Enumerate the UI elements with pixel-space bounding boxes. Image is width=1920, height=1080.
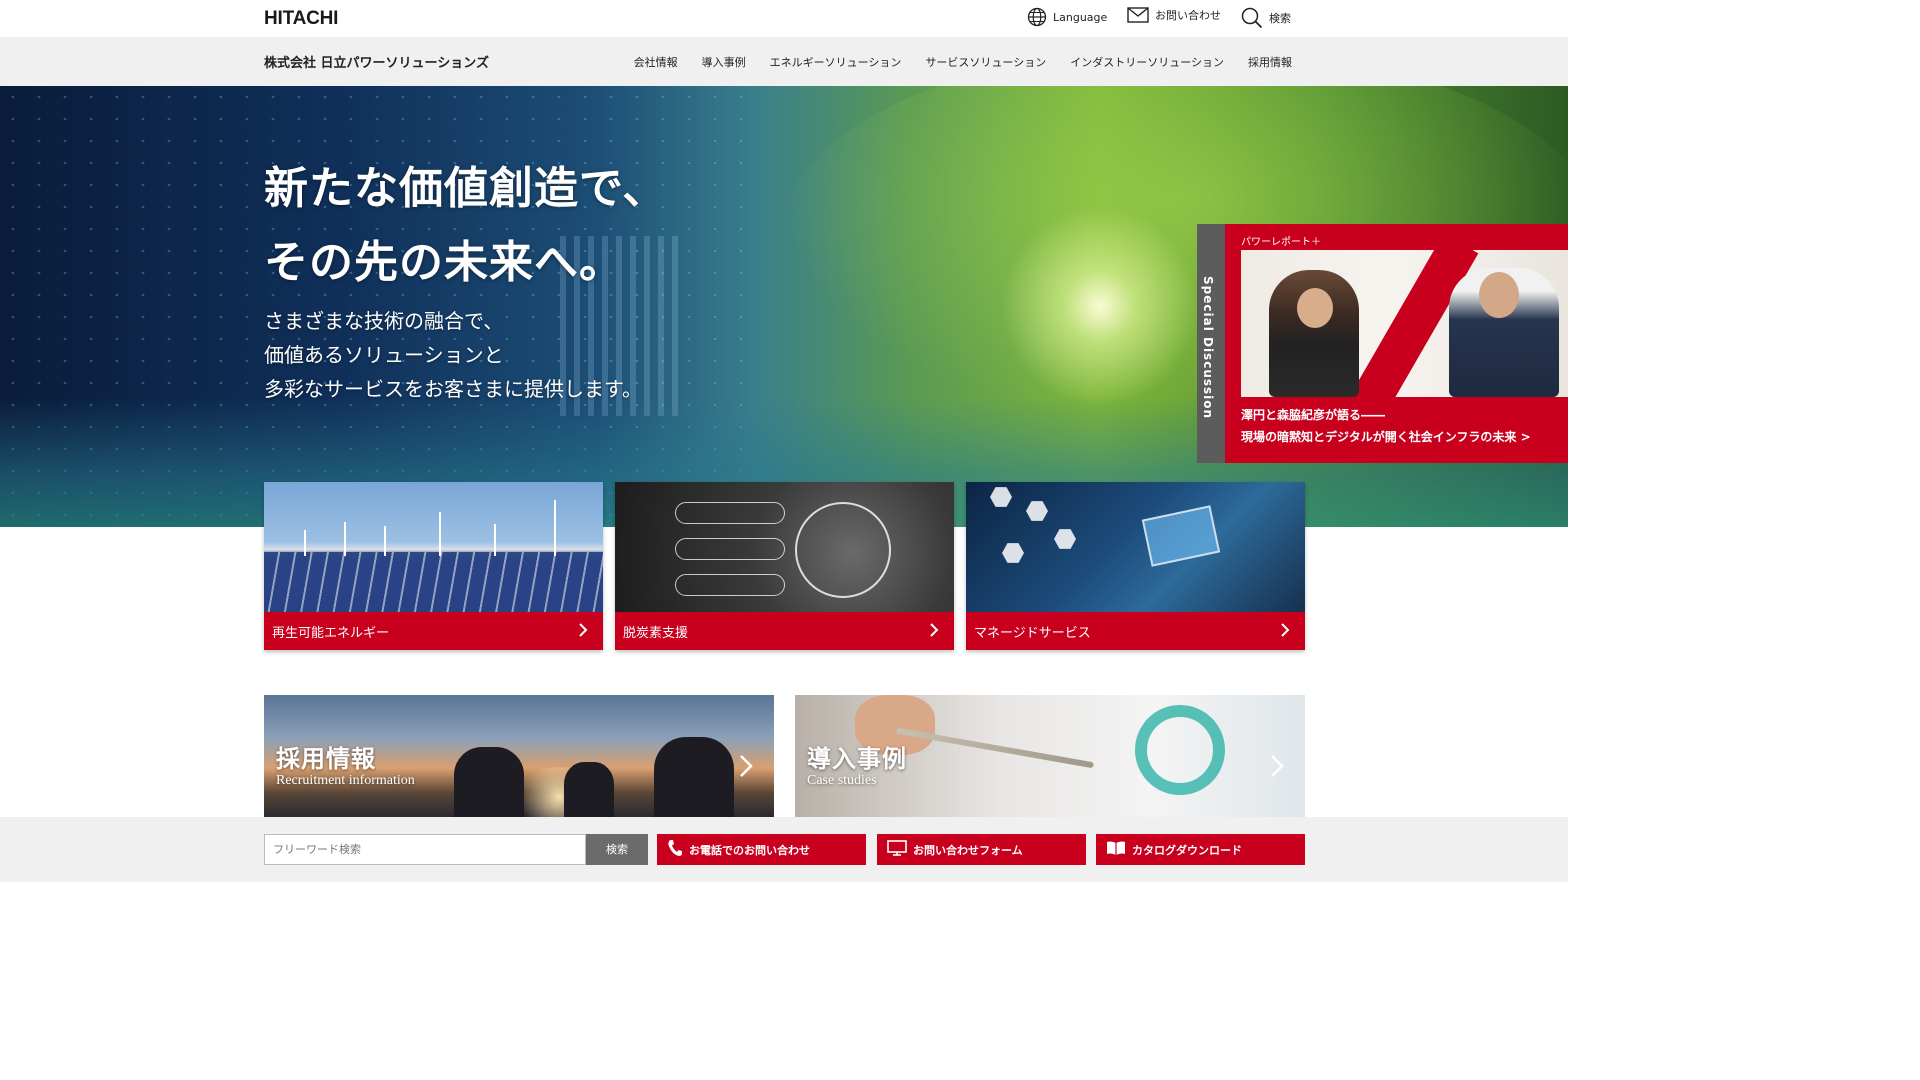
renewable-energy-label: 再生可能エネルギー (272, 626, 390, 641)
wind-turbine (304, 530, 306, 556)
managed-services-card[interactable]: マネージドサービス (966, 482, 1305, 650)
hexagon-icon (1054, 529, 1076, 549)
hero-sub-line1: さまざまな技術の融合で、 (264, 309, 504, 333)
speaker-left-figure (1269, 270, 1359, 397)
hero-sub-line2: 価値あるソリューションと (264, 343, 504, 367)
recruitment-link-card[interactable]: 採用情報 Recruitment information (264, 695, 774, 817)
renewable-energy-bar: 再生可能エネルギー (264, 612, 603, 650)
recruitment-title: 採用情報 (276, 745, 376, 773)
freeword-search-input[interactable] (264, 834, 586, 865)
case-studies-link-card[interactable]: 導入事例 Case studies (795, 695, 1305, 817)
solar-panels (264, 552, 603, 612)
phone-inquiry-button[interactable]: お電話でのお問い合わせ (657, 834, 866, 865)
donut-chart-image (1135, 705, 1225, 795)
recruitment-subtitle: Recruitment information (276, 773, 415, 788)
discussion-caption-line2: 現場の暗黙知とデジタルが開く社会インフラの未来 > (1241, 430, 1531, 444)
wind-turbine (494, 524, 496, 556)
special-discussion-panel[interactable]: Special Discussion パワーレポート＋ 澤円と森脇紀彦が語る――… (1197, 224, 1568, 463)
nav-item-recruitment[interactable]: 採用情報 (1248, 54, 1292, 70)
inquiry-form-button[interactable]: お問い合わせフォーム (877, 834, 1086, 865)
hero-sub-line3: 多彩なサービスをお客さまに提供します。 (264, 377, 642, 401)
nav-item-industry-solutions[interactable]: インダストリーソリューション (1070, 54, 1224, 70)
contact-label: お問い合わせ (1155, 9, 1221, 22)
nav-item-energy-solutions[interactable]: エネルギーソリューション (770, 54, 902, 70)
infographic-pill (675, 574, 785, 596)
hexagon-icon (1002, 543, 1024, 563)
infographic-ring (795, 502, 891, 598)
wind-turbine (344, 522, 346, 556)
hexagon-icon (990, 487, 1012, 507)
renewable-energy-image (264, 482, 603, 612)
chevron-right-icon (577, 620, 589, 644)
person-silhouette (654, 737, 734, 817)
pen-image (895, 727, 1095, 769)
main-navbar: 株式会社 日立パワーソリューションズ 会社情報 導入事例 エネルギーソリューショ… (0, 37, 1568, 86)
hero-title-line1: 新たな価値創造で、 (264, 163, 668, 214)
managed-services-bar: マネージドサービス (966, 612, 1305, 650)
renewable-energy-card[interactable]: 再生可能エネルギー (264, 482, 603, 650)
decarbonization-bar: 脱炭素支援 (615, 612, 954, 650)
decarbonization-image (615, 482, 954, 612)
phone-inquiry-label: お電話でのお問い合わせ (689, 843, 810, 857)
person-silhouette (454, 747, 524, 817)
wind-turbine (439, 512, 441, 556)
hitachi-logo[interactable]: HITACHI (264, 8, 338, 30)
wind-turbine (384, 526, 386, 556)
language-link[interactable]: Language (1027, 7, 1107, 27)
hero-title-line2: その先の未来へ。 (264, 237, 624, 288)
search-label: 検索 (1269, 12, 1291, 25)
managed-services-label: マネージドサービス (974, 626, 1091, 641)
global-nav: 会社情報 導入事例 エネルギーソリューション サービスソリューション インダスト… (634, 54, 1292, 70)
case-studies-title: 導入事例 (807, 745, 907, 773)
chevron-right-icon (738, 753, 754, 783)
power-report-label: パワーレポート＋ (1241, 237, 1321, 248)
language-label: Language (1053, 10, 1108, 24)
case-studies-subtitle: Case studies (807, 773, 877, 788)
monitor-icon (887, 840, 907, 859)
special-discussion-tab: Special Discussion (1197, 224, 1225, 463)
wind-turbine (554, 500, 556, 556)
nav-item-service-solutions[interactable]: サービスソリューション (925, 54, 1046, 70)
contact-link[interactable]: お問い合わせ (1127, 7, 1221, 23)
hero-sunlight (1000, 206, 1200, 406)
tablet-device (1141, 505, 1221, 567)
catalog-download-button[interactable]: カタログダウンロード (1096, 834, 1305, 865)
discussion-caption-line1: 澤円と森脇紀彦が語る―― (1241, 408, 1386, 422)
phone-icon (667, 839, 683, 860)
speaker-right-figure (1449, 268, 1559, 397)
hero-title: 新たな価値創造で、 その先の未来へ。 (264, 152, 667, 300)
company-name[interactable]: 株式会社 日立パワーソリューションズ (264, 52, 489, 71)
sticky-footer-bar: 検索 お電話でのお問い合わせ お問い合わせフォーム カタログダウンロード (0, 817, 1568, 882)
top-utility-bar: HITACHI Language お問い合わせ 検索 (0, 0, 1568, 37)
search-icon (1241, 7, 1263, 29)
inquiry-form-label: お問い合わせフォーム (913, 843, 1023, 857)
special-discussion-label: Special Discussion (1201, 276, 1215, 420)
speaker-right-face (1479, 272, 1519, 318)
hexagon-icon (1026, 501, 1048, 521)
book-icon (1106, 840, 1126, 859)
mail-icon (1127, 7, 1149, 23)
chevron-right-icon (1279, 620, 1291, 644)
search-button[interactable]: 検索 (586, 834, 648, 865)
catalog-download-label: カタログダウンロード (1132, 843, 1242, 857)
infographic-pill (675, 502, 785, 524)
search-link[interactable]: 検索 (1241, 7, 1291, 29)
decarbonization-card[interactable]: 脱炭素支援 (615, 482, 954, 650)
managed-services-image (966, 482, 1305, 612)
speaker-left-face (1297, 288, 1333, 328)
globe-icon (1027, 7, 1047, 27)
hero-subtitle: さまざまな技術の融合で、 価値あるソリューションと 多彩なサービスをお客さまに提… (264, 304, 642, 406)
nav-item-case-studies[interactable]: 導入事例 (702, 54, 746, 70)
infographic-pill (675, 538, 785, 560)
nav-item-company-info[interactable]: 会社情報 (634, 54, 678, 70)
decarbonization-label: 脱炭素支援 (623, 626, 689, 641)
chevron-right-icon (928, 620, 940, 644)
person-silhouette (564, 762, 614, 817)
discussion-photo (1241, 250, 1568, 397)
chevron-right-icon (1269, 753, 1285, 783)
